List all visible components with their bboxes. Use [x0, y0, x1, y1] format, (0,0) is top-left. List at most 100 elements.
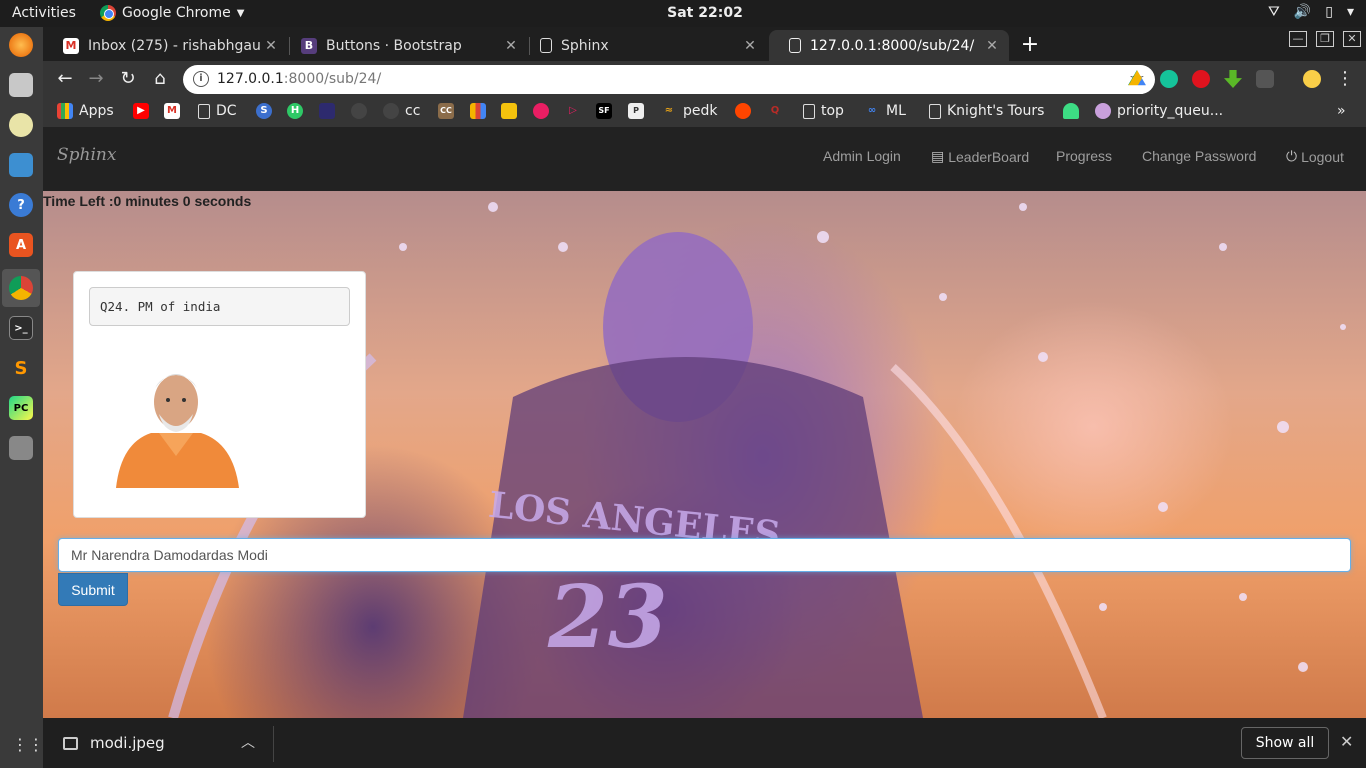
submit-button[interactable]: Submit	[58, 573, 128, 606]
power-icon: ⏻	[1286, 148, 1298, 164]
close-tab-icon[interactable]: ✕	[739, 38, 761, 54]
tab-label: Buttons · Bootstrap	[326, 37, 462, 54]
bookmark-youtube[interactable]: ▶	[133, 103, 149, 119]
app-menu-label: Google Chrome	[122, 5, 231, 21]
tab-sphinx[interactable]: Sphinx ✕	[520, 30, 767, 61]
nav-admin-login[interactable]: Admin Login	[823, 148, 901, 164]
reload-button[interactable]: ↻	[116, 67, 140, 91]
rhythmbox-icon[interactable]	[9, 113, 33, 137]
maximize-button[interactable]: ❐	[1316, 31, 1334, 47]
grammarly-icon[interactable]	[1160, 70, 1178, 88]
bookmark-pe[interactable]: P	[628, 103, 644, 119]
site-info-icon[interactable]: i	[193, 71, 209, 87]
minimize-button[interactable]: —	[1289, 31, 1307, 47]
bookmark-codechef[interactable]: CC	[438, 103, 454, 119]
new-tab-button[interactable]: +	[1016, 32, 1044, 60]
bookmark-s[interactable]: S	[256, 103, 272, 119]
bookmark-android[interactable]	[1063, 103, 1079, 119]
screenshot-icon[interactable]	[9, 436, 33, 460]
sf-icon: SF	[596, 103, 612, 119]
play-icon: ▷	[569, 105, 577, 116]
bookmark-cc[interactable]: cc	[383, 103, 420, 119]
app-menu[interactable]: Google Chrome ▼	[100, 5, 244, 21]
close-tab-icon[interactable]: ✕	[981, 38, 1003, 54]
sublime-icon[interactable]: S	[9, 356, 33, 380]
bookmark-h[interactable]: H	[287, 103, 303, 119]
site-brand[interactable]: Sphinx	[57, 145, 116, 165]
files-icon[interactable]	[9, 73, 33, 97]
terminal-icon[interactable]: >_	[9, 316, 33, 340]
bookmark-top[interactable]: top	[803, 103, 844, 119]
bookmarks-overflow-icon[interactable]: »	[1337, 103, 1346, 119]
tab-bootstrap[interactable]: B Buttons · Bootstrap ✕	[281, 30, 528, 61]
forward-button[interactable]: →	[84, 67, 108, 91]
bookmark-github[interactable]	[351, 103, 367, 119]
bookmark-play[interactable]: ▷	[565, 103, 581, 119]
back-button[interactable]: ←	[53, 67, 77, 91]
browser-toolbar: ← → ↻ ⌂ i 127.0.0.1:8000/sub/24/ ☆ ⋮	[43, 61, 1366, 98]
chevron-up-icon[interactable]: ︿	[241, 732, 255, 752]
tab-inbox[interactable]: M Inbox (275) - rishabhgaura ✕	[43, 30, 288, 61]
extension-icon[interactable]	[1256, 70, 1274, 88]
bookmark-pedk[interactable]: ≈ pedk	[661, 103, 718, 119]
writer-icon[interactable]	[9, 153, 33, 177]
question-text: Q24. PM of india	[89, 287, 350, 326]
tab-active-sub24[interactable]: 127.0.0.1:8000/sub/24/ ✕	[769, 30, 1009, 61]
nav-progress[interactable]: Progress	[1056, 148, 1112, 164]
nav-leaderboard[interactable]: ▤ LeaderBoard	[931, 148, 1029, 165]
bookmark-music[interactable]	[533, 103, 549, 119]
help-icon[interactable]: ?	[9, 193, 33, 217]
hackerrank-icon	[319, 103, 335, 119]
reddit-icon	[735, 103, 751, 119]
close-tab-icon[interactable]: ✕	[260, 38, 282, 54]
close-icon[interactable]: ✕	[1340, 732, 1353, 751]
pycharm-icon[interactable]: PC	[9, 396, 33, 420]
bookmark-dc[interactable]: DC	[198, 103, 237, 119]
firefox-icon[interactable]	[9, 33, 33, 57]
pe-icon: P	[628, 103, 644, 119]
tag-icon: ≈	[664, 105, 674, 116]
tab-label: Sphinx	[561, 37, 609, 54]
home-button[interactable]: ⌂	[148, 67, 172, 91]
list-icon: ▤	[931, 148, 945, 164]
game-icon	[1095, 103, 1111, 119]
power-menu-icon: ▾	[1346, 4, 1354, 20]
music-icon	[533, 103, 549, 119]
close-tab-icon[interactable]: ✕	[500, 38, 522, 54]
close-window-button[interactable]: ✕	[1343, 31, 1361, 47]
answer-input[interactable]	[58, 538, 1351, 572]
question-card: Q24. PM of india	[73, 271, 366, 518]
address-bar[interactable]: i 127.0.0.1:8000/sub/24/ ☆	[183, 65, 1155, 94]
download-extension-icon[interactable]	[1224, 70, 1242, 88]
software-center-icon[interactable]: A	[9, 233, 33, 257]
h-icon: H	[287, 103, 303, 119]
download-item[interactable]: modi.jpeg	[63, 734, 165, 752]
bookmark-gmail[interactable]: M	[164, 103, 180, 119]
chrome-dock-icon[interactable]	[9, 276, 33, 300]
divider	[273, 726, 274, 762]
gmail-icon: M	[63, 37, 79, 54]
cc-icon: CC	[438, 103, 454, 119]
image-icon	[501, 103, 517, 119]
bookmark-sf[interactable]: SF	[596, 103, 612, 119]
bookmark-knights-tours[interactable]: Knight's Tours	[929, 103, 1044, 119]
bookmark-priority-queue[interactable]: priority_queu...	[1095, 103, 1223, 119]
profile-avatar[interactable]	[1303, 70, 1321, 88]
bookmark-ml[interactable]: ∞ ML	[864, 103, 906, 119]
bookmark-reddit[interactable]	[735, 103, 751, 119]
bookmark-quora[interactable]: Q	[767, 103, 783, 119]
bookmark-hackerrank[interactable]	[319, 103, 335, 119]
system-tray[interactable]: ⛛ 🔊 ▯ ▾	[1268, 4, 1354, 20]
gmail-icon: M	[164, 103, 180, 119]
activities-button[interactable]: Activities	[12, 5, 76, 21]
download-file-name: modi.jpeg	[90, 734, 165, 752]
nav-change-password[interactable]: Change Password	[1142, 148, 1256, 164]
bookmark-apps[interactable]: Apps	[57, 103, 114, 119]
bookmark-image[interactable]	[501, 103, 517, 119]
page-icon	[803, 103, 815, 119]
show-all-button[interactable]: Show all	[1241, 727, 1329, 759]
bookmark-chart[interactable]	[470, 103, 486, 119]
chrome-menu-button[interactable]: ⋮	[1333, 67, 1357, 91]
nav-logout[interactable]: ⏻ Logout	[1286, 148, 1344, 165]
ublock-icon[interactable]	[1192, 70, 1210, 88]
